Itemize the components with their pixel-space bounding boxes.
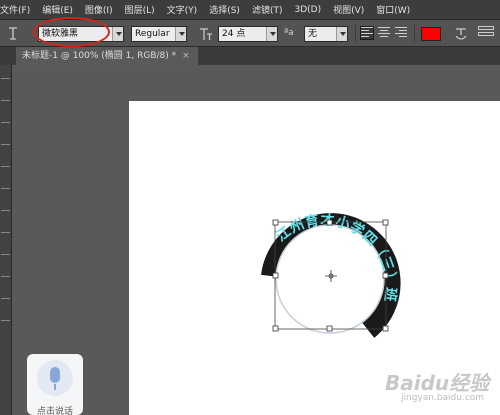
warp-text-icon[interactable] [454,26,468,42]
close-icon[interactable]: × [182,51,190,61]
menu-layer[interactable]: 图层(L) [119,3,161,16]
toolbox [0,65,12,415]
chevron-down-icon [336,27,347,41]
tool-lasso-icon[interactable] [1,117,10,123]
menu-edit[interactable]: 编辑(E) [36,3,79,16]
chevron-down-icon [266,27,277,41]
tool-move-icon[interactable] [1,73,10,79]
menu-3d[interactable]: 3D(D) [288,5,327,15]
tool-marquee-icon[interactable] [1,95,10,101]
watermark-url: jingyan.baidu.com [401,393,485,403]
microphone-icon[interactable] [37,360,73,396]
menu-type[interactable]: 文字(Y) [161,3,204,16]
menu-image[interactable]: 图像(I) [79,3,119,16]
chevron-down-icon [112,27,123,41]
tool-crop-icon[interactable] [1,139,10,145]
document-tab-bar: 未标题-1 @ 100% (椭圆 1, RGB/8) * × [0,47,500,65]
voice-input-label: 点击说话 [36,407,73,415]
font-size-icon [200,28,212,40]
font-size-select[interactable]: 24 点 [218,26,278,42]
text-orientation-icon[interactable] [6,26,20,42]
anti-alias-value: 无 [308,29,318,39]
divider [414,25,415,43]
tool-eraser-icon[interactable] [1,205,10,211]
tool-pen-icon[interactable] [1,249,10,255]
menu-view[interactable]: 视图(V) [327,3,370,16]
document-tab[interactable]: 未标题-1 @ 100% (椭圆 1, RGB/8) * × [16,47,198,65]
tool-type-icon[interactable] [1,271,10,277]
watermark-brand: Baidu经验 [385,371,490,395]
text-color-swatch[interactable] [421,27,441,41]
document-tab-label: 未标题-1 @ 100% (椭圆 1, RGB/8) * [22,51,177,61]
menu-file[interactable]: 文件(F) [0,3,36,16]
tool-gradient-icon[interactable] [1,227,10,233]
menu-window[interactable]: 窗口(W) [370,3,416,16]
align-left-button[interactable] [360,26,374,40]
anti-alias-select[interactable]: 无 [304,26,348,42]
tool-clone-icon[interactable] [1,183,10,189]
menu-select[interactable]: 选择(S) [203,3,246,16]
align-center-button[interactable] [378,27,390,39]
tool-brush-icon[interactable] [1,161,10,167]
menu-filter[interactable]: 滤镜(T) [246,3,289,16]
baidu-watermark: Baidu经验 jingyan.baidu.com [385,367,497,411]
tool-zoom-icon[interactable] [1,315,10,321]
align-right-button[interactable] [395,27,407,39]
font-style-select[interactable]: Regular [131,26,187,42]
chevron-down-icon [175,27,186,41]
voice-input-widget[interactable]: 点击说话 [27,354,83,415]
divider [355,25,356,43]
font-family-highlight-circle [33,17,110,47]
options-bar: 微软雅黑 Regular 24 点 ªa 无 [0,17,500,47]
character-panel-icon[interactable] [478,26,494,42]
font-size-value: 24 点 [222,29,246,39]
tool-shape-icon[interactable] [1,293,10,299]
font-style-value: Regular [135,29,170,39]
anti-alias-icon: ªa [284,28,294,38]
